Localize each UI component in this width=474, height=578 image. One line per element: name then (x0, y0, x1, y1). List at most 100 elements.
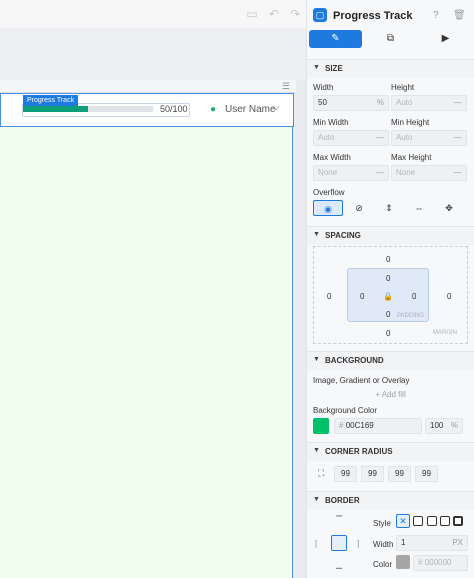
border-color-swatch[interactable] (396, 555, 410, 569)
padding-right-value[interactable]: 0 (412, 292, 416, 301)
chevron-down-icon[interactable]: ⌵ (272, 102, 280, 113)
margin-left-value[interactable]: 0 (327, 292, 331, 301)
unit-dash-icon[interactable]: — (376, 131, 384, 145)
unit-dash-icon[interactable]: — (454, 96, 462, 110)
corner-radius-icon[interactable]: ⛶ (318, 468, 324, 479)
border-color-input[interactable]: # 000000 (413, 555, 468, 571)
border-solid-icon[interactable] (413, 516, 423, 526)
element-type-icon: ▢ (313, 8, 327, 22)
width-unit[interactable]: % (377, 96, 384, 110)
collapse-arrow-icon: ▼ (313, 231, 320, 238)
undo-icon[interactable]: ↶ (267, 7, 281, 21)
padding-top-value[interactable]: 0 (386, 274, 390, 283)
border-dotted-icon[interactable] (440, 516, 450, 526)
collapse-arrow-icon: ▼ (313, 496, 320, 503)
corner-radius-section-header[interactable]: ▼ CORNER RADIUS (307, 442, 474, 461)
border-double-icon[interactable] (453, 516, 463, 526)
margin-right-value[interactable]: 0 (447, 292, 451, 301)
width-value: 50 (318, 98, 327, 107)
corner-radius-heading: CORNER RADIUS (325, 447, 393, 456)
redo-icon[interactable]: ↷ (288, 7, 302, 21)
width-input[interactable]: 50 % (313, 95, 389, 111)
panel-tabs: ✎ ⧉ ▶ (307, 30, 474, 48)
progress-track[interactable] (23, 106, 153, 112)
radius-bottom-right-input[interactable]: 99 (388, 466, 411, 482)
background-color-input[interactable]: # 00C169 (334, 418, 422, 434)
user-avatar-icon: ● (209, 104, 217, 115)
spacing-heading: SPACING (325, 231, 361, 240)
collapse-arrow-icon: ▼ (313, 447, 320, 454)
background-opacity-input[interactable]: 100 % (425, 418, 463, 434)
padding-bottom-value[interactable]: 0 (386, 310, 390, 319)
border-section-header[interactable]: ▼ BORDER (307, 491, 474, 510)
user-name-label: User Name (225, 104, 276, 115)
border-none-icon[interactable]: ✕ (396, 514, 410, 528)
tab-interactions[interactable]: ▶ (419, 30, 472, 48)
min-width-placeholder: Auto (318, 133, 335, 142)
overflow-hidden-icon[interactable]: ⊘ (344, 200, 374, 216)
overflow-scroll-both-icon[interactable]: ✥ (434, 200, 464, 216)
background-color-swatch[interactable] (313, 418, 329, 434)
margin-top-value[interactable]: 0 (386, 255, 390, 264)
min-height-input[interactable]: Auto — (391, 130, 467, 146)
padding-left-value[interactable]: 0 (360, 292, 364, 301)
hash-icon: # (418, 558, 423, 567)
collapse-arrow-icon: ▼ (313, 64, 320, 71)
radius-bottom-left-input[interactable]: 99 (415, 466, 438, 482)
margin-bottom-value[interactable]: 0 (386, 329, 390, 338)
hamburger-menu-icon[interactable]: ☰ (282, 81, 290, 92)
max-height-label: Max Height (391, 153, 432, 162)
progress-fill (23, 106, 88, 112)
add-fill-button[interactable]: + Add fill (313, 387, 468, 403)
size-section-header[interactable]: ▼ SIZE (307, 59, 474, 78)
max-width-input[interactable]: None — (313, 165, 389, 181)
spacing-section-header[interactable]: ▼ SPACING (307, 226, 474, 245)
frame-body (0, 127, 293, 578)
lock-icon[interactable]: 🔒 (383, 292, 393, 301)
trash-icon[interactable]: 🗑 (453, 10, 466, 21)
border-bottom-icon[interactable]: ▁ (336, 560, 342, 569)
user-menu[interactable]: ● User Name ⌵ (203, 101, 291, 119)
unit-dash-icon[interactable]: — (376, 166, 384, 180)
progress-value-text: 50/100 (160, 104, 188, 114)
height-label: Height (391, 83, 415, 92)
border-all-icon[interactable] (331, 535, 347, 551)
border-width-unit: PX (452, 538, 463, 547)
overflow-label: Overflow (313, 188, 345, 197)
radius-top-left-input[interactable]: 99 (334, 466, 357, 482)
tab-responsive[interactable]: ⧉ (364, 30, 417, 48)
help-icon[interactable]: ? (433, 10, 439, 21)
border-right-icon[interactable]: ] (357, 539, 359, 548)
overflow-scroll-x-icon[interactable]: ⇔ (404, 200, 434, 216)
tab-style[interactable]: ✎ (309, 30, 362, 48)
unit-dash-icon[interactable]: — (454, 131, 462, 145)
overflow-scroll-y-icon[interactable]: ⇕ (374, 200, 404, 216)
min-width-input[interactable]: Auto — (313, 130, 389, 146)
max-height-placeholder: None (396, 168, 416, 177)
border-top-icon[interactable]: ▔ (336, 516, 342, 525)
background-color-label: Background Color (313, 406, 378, 415)
min-height-placeholder: Auto (396, 133, 413, 142)
opacity-unit: % (450, 421, 458, 430)
frame-header-bar: ☰ (0, 80, 296, 93)
collapse-arrow-icon: ▼ (313, 356, 320, 363)
selected-element-tag: Progress Track (23, 95, 79, 106)
background-subtitle: Image, Gradient or Overlay (313, 376, 410, 385)
border-left-icon[interactable]: [ (315, 539, 317, 548)
panel-header: ▢ Progress Track ? 🗑 (307, 0, 474, 30)
padding-tag: PADDING (397, 313, 424, 319)
border-color-placeholder: 000000 (424, 558, 452, 567)
radius-top-right-input[interactable]: 99 (361, 466, 384, 482)
border-width-input[interactable]: 1 PX (396, 535, 468, 551)
border-dashed-icon[interactable] (427, 516, 437, 526)
frame-strip (0, 28, 306, 80)
device-preview-icon[interactable]: ▭ (245, 7, 259, 21)
hash-icon: # (339, 421, 344, 430)
max-height-input[interactable]: None — (391, 165, 467, 181)
height-input[interactable]: Auto — (391, 95, 467, 111)
max-width-placeholder: None (318, 168, 338, 177)
overflow-visible-icon[interactable]: ◉ (313, 200, 343, 216)
unit-dash-icon[interactable]: — (454, 166, 462, 180)
add-fill-label: Add fill (381, 390, 406, 399)
background-section-header[interactable]: ▼ BACKGROUND (307, 351, 474, 370)
